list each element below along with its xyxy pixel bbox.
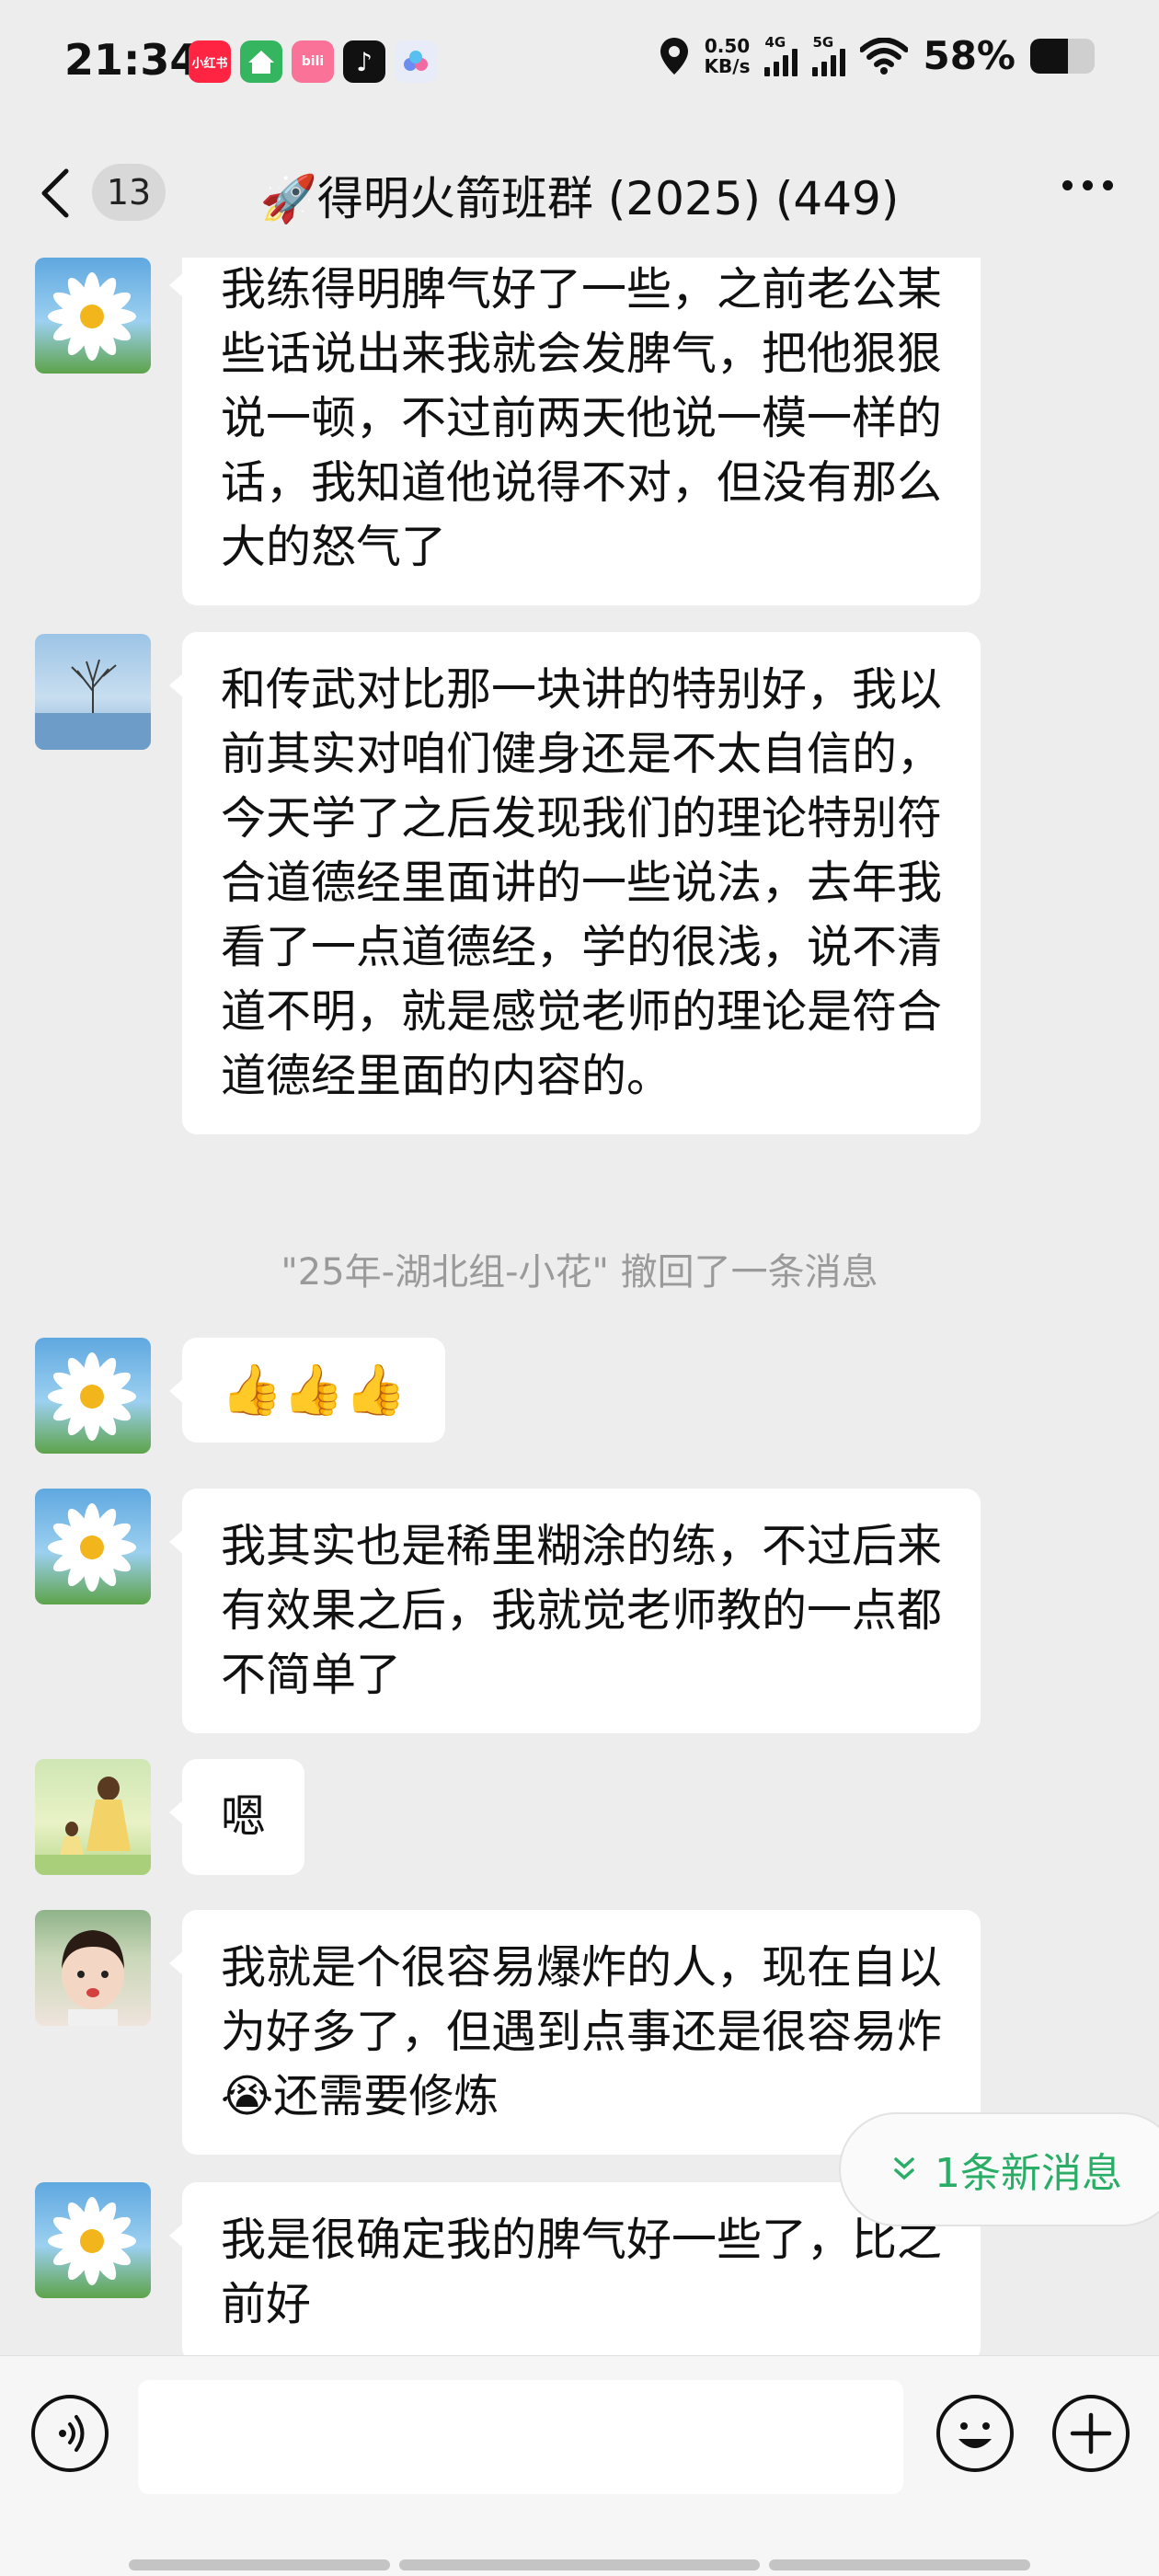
network-speed: 0.50 KB/s [704,34,751,77]
battery-percent: 58% [923,33,1016,78]
message-list[interactable]: 我练得明脾气好了一些，之前老公某些话说出来我就会发脾气，把他狠狠说一顿，不过前两… [0,258,1159,2355]
voice-input-button[interactable] [31,2395,109,2472]
bilibili-icon: bili [292,40,334,83]
more-functions-button[interactable] [1052,2395,1130,2472]
message-bubble[interactable]: 嗯 [168,1759,305,1875]
message-bubble[interactable]: 我就是个很容易爆炸的人，现在自以为好多了，但遇到点事还是很容易炸😭还需要修炼 [169,1910,981,2155]
chat-title[interactable]: 🚀得明火箭班群 (2025) (449) [0,162,1159,228]
location-icon [660,37,688,75]
plus-icon [1070,2412,1112,2455]
smiley-icon [958,2422,992,2448]
input-bar [0,2355,1159,2576]
recall-notice: "25年-湖北组-小花" 撤回了一条消息 [281,1251,878,1294]
status-bar: 21:34 小红书 bili ♪ 0.50 KB/s 4G 5G 58% [0,0,1159,129]
notification-app-icons: 小红书 bili ♪ [189,40,437,83]
gesture-bar [399,2559,760,2570]
message-bubble[interactable]: 👍👍👍 [169,1338,445,1443]
message-bubble[interactable]: 和传武对比那一块讲的特别好，我以前其实对咱们健身还是不太自信的，今天学了之后发现… [169,632,981,1134]
gesture-bar [129,2559,390,2570]
message-item: 我其实也是稀里糊涂的练，不过后来有效果之后，我就觉老师教的一点都不简单了 [0,1489,1159,1733]
message-item: 👍👍👍 [0,1338,1159,1454]
daisy-avatar[interactable] [35,2182,151,2298]
daisy-avatar[interactable] [35,1338,151,1454]
voice-icon [59,2415,85,2452]
battery-icon [1030,38,1095,74]
new-messages-label: 1条新消息 [935,2150,1122,2197]
system-indicators: 0.50 KB/s 4G 5G 58% [659,33,1095,78]
clock: 21:34 [64,35,200,85]
xiaohongshu-icon: 小红书 [189,40,231,83]
emoji-button[interactable] [936,2395,1014,2472]
wifi-icon [860,37,909,75]
tiktok-icon: ♪ [343,40,385,83]
field-avatar[interactable] [35,1759,151,1875]
daisy-avatar[interactable] [35,1489,151,1604]
dot-icon [1083,180,1093,190]
dot-icon [1103,180,1113,190]
cloud-app-icon [395,40,437,83]
signal-5g-icon: 5G [812,35,846,76]
double-chevron-down-icon [894,2157,914,2180]
girl-avatar[interactable] [35,1910,151,2026]
message-input[interactable] [138,2380,903,2494]
message-item: 我练得明脾气好了一些，之前老公某些话说出来我就会发脾气，把他狠狠说一顿，不过前两… [0,258,1159,605]
new-messages-button[interactable]: 1条新消息 [839,2112,1159,2226]
more-options-button[interactable] [1062,180,1113,190]
tree-avatar[interactable] [35,634,151,750]
gesture-bar [769,2559,1030,2570]
signal-4g-icon: 4G [764,35,798,76]
dot-icon [1062,180,1073,190]
chat-header: 13 🚀得明火箭班群 (2025) (449) [0,129,1159,258]
daisy-avatar[interactable] [35,258,151,374]
message-bubble[interactable]: 我练得明脾气好了一些，之前老公某些话说出来我就会发脾气，把他狠狠说一顿，不过前两… [169,258,981,605]
message-bubble[interactable]: 我其实也是稀里糊涂的练，不过后来有效果之后，我就觉老师教的一点都不简单了 [169,1489,981,1733]
home-app-icon [240,40,282,83]
